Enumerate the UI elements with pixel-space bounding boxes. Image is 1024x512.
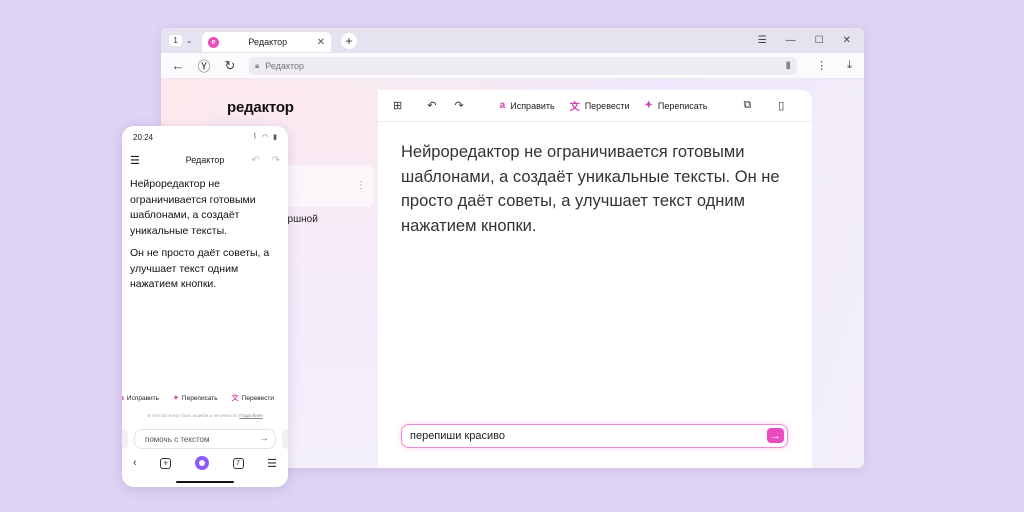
disclaimer-text: В текстах могут быть ошибки и неточности… [147, 413, 239, 418]
add-icon[interactable]: ⊞ [393, 99, 402, 112]
home-indicator [176, 481, 234, 483]
phone-paragraph-2: Он не просто даёт советы, а улучшает тек… [130, 247, 270, 290]
editor-main: ⊞ ↶ ↷ a Исправить 文 Перевести ✦ Переписа… [378, 90, 812, 468]
back-icon[interactable]: ‹ [133, 457, 137, 469]
window-controls: ☰ — ☐ ✕ [758, 35, 864, 46]
document-body[interactable]: Нейроредактор не ограничивается готовыми… [401, 140, 811, 238]
translate-button[interactable]: 文 Перевести [569, 98, 630, 114]
tab-editor[interactable]: e Редактор ✕ [202, 32, 331, 52]
phone-prompt-placeholder: помочь с текстом [145, 434, 210, 444]
disclaimer: В текстах могут быть ошибки и неточности… [122, 413, 288, 418]
prompt-input[interactable]: перепиши красиво → [401, 424, 788, 448]
status-time: 20:24 [133, 133, 154, 142]
new-tab-button[interactable]: + [341, 32, 357, 49]
panel-icon[interactable]: ▯ [778, 99, 784, 112]
back-icon[interactable]: ← [165, 58, 191, 73]
phone-document[interactable]: Нейроредактор не ограничивается готовыми… [130, 177, 284, 293]
fix-button[interactable]: a Исправить [500, 100, 555, 111]
download-icon[interactable]: ⤓ [847, 59, 852, 72]
logo: редактор [227, 99, 294, 116]
wifi-icon: ◠ [262, 134, 269, 141]
phone-fix-label: Исправить [126, 394, 160, 402]
phone-title: Редактор [185, 155, 225, 165]
fix-icon: a [499, 100, 506, 111]
battery-icon: ▮ [273, 134, 277, 141]
chip-right[interactable] [282, 429, 288, 449]
bluetooth-icon: ᛒ [252, 133, 258, 140]
minimize-icon[interactable]: — [786, 35, 796, 46]
phone-paragraph-1: Нейроредактор не ограничивается готовыми… [130, 178, 256, 237]
phone-actions: a Исправить ✦ Переписать 文 Перевести [122, 393, 288, 403]
send-arrow-icon[interactable]: → [259, 433, 269, 444]
phone-translate-label: Перевести [241, 394, 275, 402]
close-tab-icon[interactable]: ✕ [317, 37, 325, 48]
copy-icon[interactable]: ⧉ [743, 99, 751, 112]
favicon-icon: e [208, 36, 219, 48]
phone-prompt-input[interactable]: помочь с текстом → [134, 429, 276, 449]
maximize-icon[interactable]: ☐ [815, 35, 824, 46]
tab-title: Редактор [248, 37, 288, 47]
translate-icon: 文 [569, 102, 580, 113]
address-bar: ← Ⓨ ↻ 🔒︎ Редактор ▮ ⋮ ⤓ [161, 53, 864, 79]
doc-sentence-1: Нейроредактор не ограничивается готовыми… [401, 143, 745, 186]
send-arrow-icon[interactable]: → [767, 428, 784, 443]
chip-left[interactable] [122, 429, 128, 449]
reload-icon[interactable]: ↻ [217, 58, 243, 74]
tab-count-button[interactable]: 1 ⌄ [166, 32, 196, 50]
phone-fix-button[interactable]: a Исправить [122, 395, 159, 402]
fix-icon: a [122, 395, 124, 402]
tabs-count-icon[interactable]: 7 [232, 457, 244, 469]
rewrite-button[interactable]: ✦ Переписать [645, 100, 708, 111]
yandex-icon[interactable]: Ⓨ [191, 56, 217, 75]
new-tab-icon[interactable]: + [160, 457, 172, 469]
status-bar: 20:24 ᛒ ◠ ▮ [133, 133, 277, 142]
phone-rewrite-label: Переписать [181, 394, 218, 402]
editor-toolbar: ⊞ ↶ ↷ a Исправить 文 Перевести ✦ Переписа… [378, 90, 812, 122]
phone-header: ☰ Редактор ↶ ↷ [130, 153, 280, 167]
undo-icon[interactable]: ↶ [427, 99, 436, 112]
editor-app: редактор ⋮ ершной ⊞ ↶ ↷ a Исправить 文 Пе… [212, 90, 812, 468]
fix-label: Исправить [510, 100, 555, 111]
redo-icon[interactable]: ↷ [454, 99, 463, 112]
phone-nav-bar: ‹ + 7 ☰ [122, 453, 288, 473]
translate-label: Перевести [584, 100, 630, 111]
close-window-icon[interactable]: ✕ [843, 35, 851, 46]
phone-input-row: помочь с текстом → [122, 427, 288, 451]
tab-count: 1 [169, 35, 182, 46]
menu-icon[interactable]: ☰ [267, 457, 277, 470]
more-vertical-icon[interactable]: ⋮ [356, 180, 366, 191]
prompt-text: перепиши красиво [410, 430, 505, 442]
url-field[interactable]: 🔒︎ Редактор ▮ [249, 56, 797, 75]
tab-bar: 1 ⌄ e Редактор ✕ + ☰ — ☐ ✕ [161, 28, 864, 53]
more-icon[interactable]: ⋮ [816, 59, 827, 72]
menu-icon[interactable]: ☰ [758, 35, 767, 46]
phone-mockup: 20:24 ᛒ ◠ ▮ ☰ Редактор ↶ ↷ Нейроредактор… [122, 126, 288, 487]
phone-rewrite-button[interactable]: ✦ Переписать [173, 394, 218, 403]
chevron-down-icon: ⌄ [185, 36, 193, 45]
sparkle-icon: ✦ [644, 100, 653, 111]
url-text: Редактор [265, 60, 305, 71]
lock-icon: 🔒︎ [255, 60, 260, 70]
disclaimer-link[interactable]: Подробнее [239, 413, 262, 418]
rewrite-label: Переписать [657, 100, 708, 111]
phone-translate-button[interactable]: 文 Перевести [232, 393, 274, 403]
sparkle-icon: ✦ [173, 395, 179, 402]
translate-icon: 文 [231, 395, 239, 402]
bookmark-icon[interactable]: ▮ [785, 60, 791, 71]
alice-icon[interactable] [194, 456, 209, 470]
